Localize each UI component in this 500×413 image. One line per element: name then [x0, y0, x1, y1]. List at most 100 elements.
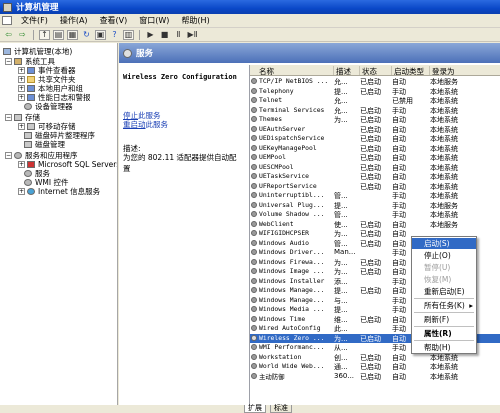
service-gear-icon [251, 125, 257, 132]
service-cell: TCP/IP NetBIOS ... [259, 77, 329, 85]
tree-node[interactable]: + Internet 信息服务 [18, 187, 100, 196]
forward-icon[interactable]: ⇨ [17, 30, 28, 40]
service-cell: 添... [334, 277, 348, 286]
service-row[interactable]: TCP/IP NetBIOS ... 允... 已启动 自动 本地服务 [250, 77, 500, 87]
col-startup-type[interactable]: 启动类型 [392, 66, 430, 76]
expand-icon[interactable]: + [18, 76, 25, 83]
menu-file[interactable]: 文件(F) [15, 15, 54, 26]
stop-icon[interactable]: ■ [159, 30, 170, 40]
col-description[interactable]: 描述 [334, 66, 360, 76]
context-menu-item[interactable]: 所有任务(K) ▸ [412, 300, 476, 311]
expand-icon[interactable]: + [18, 188, 25, 195]
service-cell: 已启动 [360, 230, 381, 238]
context-menu-item[interactable]: 停止(O) [412, 250, 476, 261]
menu-separator [414, 326, 474, 327]
tree-node[interactable]: + Microsoft SQL Servers [18, 160, 117, 169]
collapse-icon[interactable]: − [5, 114, 12, 121]
service-gear-icon [251, 239, 257, 246]
service-row[interactable]: Themes 为... 已启动 自动 本地系统 [250, 115, 500, 125]
show-tree-icon[interactable]: ▤ [53, 29, 64, 40]
col-status[interactable]: 状态 [360, 66, 392, 76]
context-menu-item[interactable]: 重新启动(E) [412, 286, 476, 297]
service-gear-icon [251, 372, 257, 379]
service-cell: WIFIGIDHCPSER [259, 229, 310, 237]
tool-icon [14, 58, 22, 65]
expand-icon[interactable]: + [18, 85, 25, 92]
service-gear-icon [251, 192, 257, 198]
service-gear-icon [251, 258, 257, 265]
col-logon-as[interactable]: 登录为 [430, 66, 500, 76]
service-cell: Windows Driver... [259, 248, 325, 256]
service-cell: 已启动 [360, 372, 381, 381]
up-icon[interactable]: ↑ [39, 29, 50, 40]
service-row[interactable]: UEKeyManagePool 已启动 自动 本地系统 [250, 144, 500, 154]
restart-service-link[interactable]: 重启动此服务 [123, 119, 168, 130]
service-row[interactable]: 主动防御 360... 已启动 自动 本地系统 [250, 372, 500, 382]
tree-node[interactable]: 设备管理器 [24, 102, 73, 111]
service-cell: UEKeyManagePool [259, 143, 317, 152]
service-gear-icon [251, 182, 257, 189]
menu-view[interactable]: 查看(V) [94, 15, 134, 26]
tree-node[interactable]: 磁盘管理 [24, 140, 65, 149]
expand-icon[interactable]: + [18, 123, 25, 130]
export-icon[interactable]: ▣ [95, 29, 106, 40]
menu-action[interactable]: 操作(A) [54, 15, 94, 26]
pc-icon [3, 48, 11, 55]
service-cell: 为... [334, 258, 348, 267]
service-row[interactable]: Telephony 提... 已启动 手动 本地系统 [250, 87, 500, 97]
refresh-icon[interactable]: ↻ [81, 30, 92, 40]
service-row[interactable]: UEMPool 已启动 自动 本地系统 [250, 153, 500, 163]
view-tabs: 扩展 标准 [0, 405, 500, 413]
expand-icon[interactable]: + [18, 161, 25, 168]
document-icon[interactable] [2, 16, 12, 25]
service-cell: Windows Firewa... [259, 257, 325, 266]
tree-node[interactable]: 计算机管理(本地) [3, 47, 72, 56]
service-cell: 自动 [392, 182, 406, 191]
service-cell: 已启动 [360, 315, 381, 324]
tree-node[interactable]: − 服务和应用程序 [5, 151, 78, 160]
tree-node[interactable]: − 存储 [5, 113, 40, 122]
service-cell: Windows Time [259, 314, 306, 323]
service-cell: 已启动 [360, 173, 381, 181]
pause-icon[interactable]: Ⅱ [173, 30, 184, 40]
service-cell: 管... [334, 239, 348, 248]
play-icon[interactable]: ▶ [145, 30, 156, 40]
menu-window[interactable]: 窗口(W) [133, 15, 175, 26]
service-cell: 维... [334, 315, 348, 324]
collapse-icon[interactable]: − [5, 58, 12, 65]
context-menu-item-label: 属性(R) [424, 329, 452, 338]
expand-icon[interactable]: + [18, 67, 25, 74]
context-menu-item-label: 重新启动(E) [424, 287, 465, 296]
context-menu-item[interactable]: 刷新(F) [412, 314, 476, 325]
service-row[interactable]: UETaskService 已启动 自动 本地系统 [250, 172, 500, 182]
collapse-icon[interactable]: − [5, 152, 12, 159]
context-menu-item[interactable]: 启动(S) [412, 238, 476, 249]
service-row[interactable]: UEAuthServer 已启动 自动 本地系统 [250, 125, 500, 135]
col-name[interactable]: 名称 [250, 66, 334, 76]
service-row[interactable]: Universal Plug... 提... 手动 本地服务 [250, 201, 500, 211]
help-icon[interactable]: ? [109, 30, 120, 40]
service-row[interactable]: Telnet 允... 已禁用 本地系统 [250, 96, 500, 106]
console-icon[interactable]: ▥ [123, 29, 134, 40]
service-row[interactable]: UESCMPool 已启动 自动 本地系统 [250, 163, 500, 173]
back-icon[interactable]: ⇦ [3, 30, 14, 40]
service-gear-icon [251, 296, 257, 303]
menu-help[interactable]: 帮助(H) [175, 15, 215, 26]
context-menu-item[interactable]: 帮助(H) [412, 342, 476, 353]
service-row[interactable]: Uninterruptibl... 管... 手动 本地系统 [250, 191, 500, 201]
context-menu-item[interactable]: 属性(R) [412, 328, 476, 339]
service-gear-icon [251, 277, 257, 284]
expand-icon[interactable]: + [18, 94, 25, 101]
service-row[interactable]: WebClient 使... 已启动 自动 本地服务 [250, 220, 500, 230]
restart-icon[interactable]: ▶Ⅱ [187, 30, 198, 40]
tab-extended[interactable]: 扩展 [244, 405, 266, 413]
service-row[interactable]: UFReportService 已启动 自动 本地系统 [250, 182, 500, 192]
service-row[interactable]: Volume Shadow ... 管... 手动 本地系统 [250, 210, 500, 220]
service-row[interactable]: Terminal Services 允... 已启动 手动 本地系统 [250, 106, 500, 116]
service-row[interactable]: UEDispatchService 已启动 自动 本地系统 [250, 134, 500, 144]
service-cell: 本地系统 [430, 211, 458, 219]
service-cell: 允... [334, 78, 348, 86]
tab-standard[interactable]: 标准 [270, 405, 292, 413]
properties-icon[interactable]: ▦ [67, 29, 78, 40]
service-row[interactable]: World Wide Web... 通... 已启动 自动 本地系统 [250, 362, 500, 372]
